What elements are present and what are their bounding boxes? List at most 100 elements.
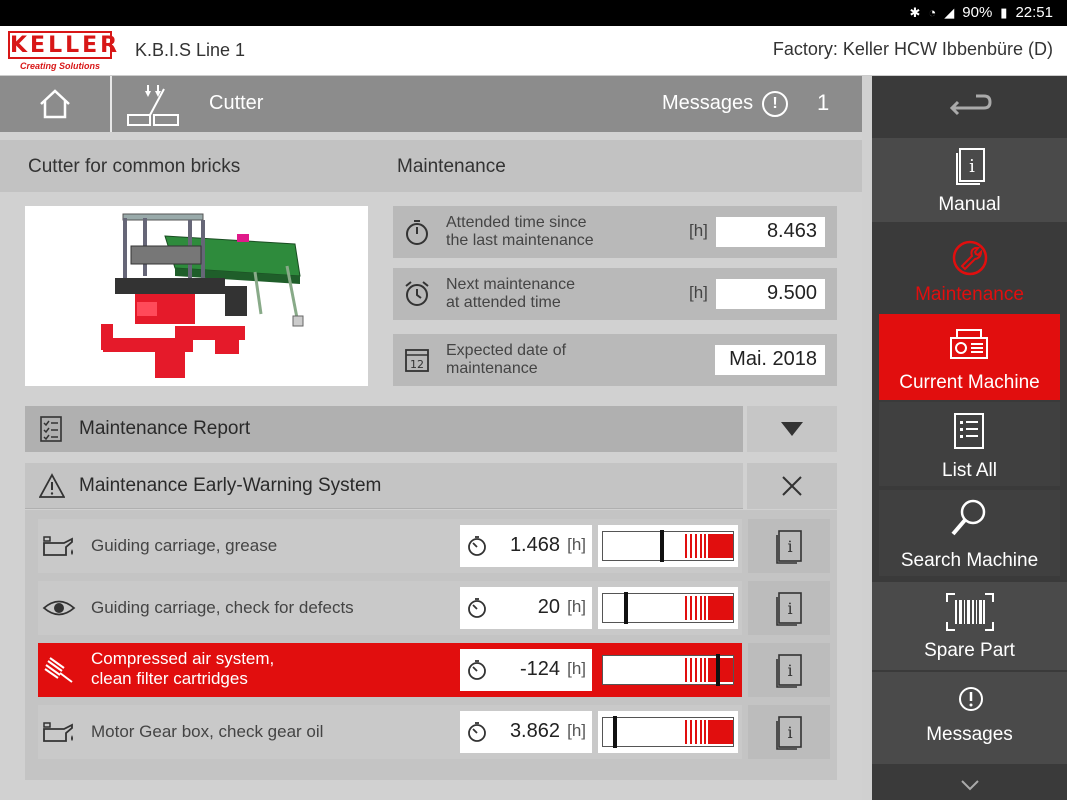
sidebar-item-maintenance[interactable]: Maintenance (872, 224, 1067, 310)
machine-image (25, 206, 368, 386)
brush-icon (44, 657, 73, 683)
calendar-icon: 12 (405, 349, 429, 372)
scroll-down-button[interactable] (872, 770, 1067, 800)
gauge-needle (660, 530, 664, 562)
sidebar-item-label: List All (942, 460, 997, 481)
next-maintenance-unit: [h] (689, 283, 708, 302)
timer-icon (468, 722, 486, 742)
exclamation-icon (959, 687, 983, 711)
gauge-needle (716, 654, 720, 686)
attended-time-box: Attended time since the last maintenance … (393, 206, 837, 258)
sidebar-item-label: Maintenance (915, 284, 1024, 305)
warning-row-label: Motor Gear box, check gear oil (91, 722, 324, 741)
progress-gauge (598, 711, 738, 753)
expected-date-label-2: maintenance (446, 360, 538, 377)
sidebar-item-label: Manual (938, 194, 1001, 215)
oil-can-icon (43, 722, 73, 742)
sidebar-item-search-machine[interactable]: Search Machine (879, 490, 1060, 576)
next-maintenance-box: Next maintenance at attended time [h] 9.5… (393, 268, 837, 320)
top-bar: Cutter Messages ! 1 (0, 76, 862, 132)
attended-time-unit: [h] (689, 221, 708, 240)
oil-can-icon (43, 536, 73, 556)
back-arrow-icon (949, 94, 992, 116)
home-icon (40, 89, 70, 119)
warning-row-label: Guiding carriage, check for defects (91, 598, 354, 617)
time-remaining-unit: [h] (567, 597, 586, 616)
logo-brand: KELLER (8, 31, 121, 59)
section-tab-maintenance: Maintenance (397, 156, 506, 177)
svg-text:i: i (787, 723, 792, 742)
timer-icon (468, 598, 486, 618)
messages-link[interactable]: Messages (662, 92, 753, 115)
next-maintenance-label-2: at attended time (446, 294, 561, 311)
time-remaining-unit: [h] (567, 535, 586, 554)
barcode-icon (946, 593, 994, 631)
sidebar-item-spare-part[interactable]: Spare Part (872, 582, 1067, 670)
gauge-needle (624, 592, 628, 624)
warning-row-check-defects[interactable]: Guiding carriage, check for defects 20 [… (38, 581, 742, 635)
messages-count[interactable]: 1 (817, 90, 829, 116)
manual-icon: i (776, 592, 802, 626)
sidebar-item-messages[interactable]: Messages (872, 672, 1067, 764)
warning-row-gear-oil[interactable]: Motor Gear box, check gear oil 3.862 [h] (38, 705, 742, 759)
warning-triangle-icon (39, 473, 65, 498)
time-remaining-unit: [h] (567, 659, 586, 678)
time-remaining-value: 1.468 (509, 534, 560, 556)
manual-icon: i (776, 716, 802, 750)
expected-date-label-1: Expected date of (446, 342, 567, 359)
manual-info-button[interactable]: i (748, 705, 830, 759)
app-title: K.B.I.S Line 1 (135, 40, 246, 60)
manual-info-button[interactable]: i (748, 519, 830, 573)
warning-row-grease[interactable]: Guiding carriage, grease 1.468 [h] (38, 519, 742, 573)
timer-icon (468, 660, 486, 680)
signal-icon: ◢ (944, 4, 955, 20)
attended-time-value: 8.463 (716, 217, 825, 247)
home-button[interactable] (0, 76, 112, 132)
triangle-down-icon (781, 422, 803, 436)
manual-icon: i (776, 654, 802, 688)
maintenance-report-label: Maintenance Report (79, 418, 251, 439)
warning-row-label: Compressed air system, (91, 649, 275, 668)
app-header: KELLER Creating Solutions K.B.I.S Line 1… (0, 26, 1067, 76)
next-maintenance-label-1: Next maintenance (446, 276, 575, 293)
svg-text:i: i (969, 156, 975, 177)
svg-text:i: i (787, 599, 792, 618)
cutter-icon (114, 76, 194, 132)
warning-row-label-2: clean filter cartridges (91, 669, 248, 688)
sidebar-item-label: Spare Part (924, 640, 1015, 661)
back-button[interactable] (872, 76, 1067, 136)
stopwatch-icon (406, 220, 428, 245)
maintenance-report-bar[interactable]: Maintenance Report (25, 406, 743, 452)
exclamation-icon[interactable]: ! (762, 91, 788, 117)
warning-row-compressed-air[interactable]: Compressed air system, clean filter cartr… (38, 643, 742, 697)
progress-gauge (598, 587, 738, 629)
sidebar-item-label: Search Machine (900, 550, 1039, 571)
system-status-bar: ✱ ◔ ◢ 90% ▮ 22:51 (0, 0, 1067, 26)
wrench-icon (952, 240, 988, 276)
time-remaining-box: -124 [h] (460, 649, 592, 691)
expected-date-value: Mai. 2018 (715, 345, 825, 375)
sidebar-item-current-machine[interactable]: Current Machine (879, 314, 1060, 400)
page-title: Cutter (209, 92, 264, 114)
expand-report-button[interactable] (747, 406, 837, 452)
manual-icon: i (956, 148, 985, 185)
next-maintenance-value: 9.500 (716, 279, 825, 309)
manual-info-button[interactable]: i (748, 581, 830, 635)
attended-time-label-2: the last maintenance (446, 232, 594, 249)
bluetooth-icon: ✱ (909, 4, 921, 20)
machine-name: Cutter for common bricks (28, 156, 241, 177)
sidebar: i Manual Maintenance Current Machine Lis… (872, 76, 1067, 800)
expected-date-box: 12 Expected date of maintenance Mai. 2018 (393, 334, 837, 386)
battery-icon: ▮ (1000, 4, 1008, 20)
manual-info-button[interactable]: i (748, 643, 830, 697)
time-remaining-value: 20 (537, 596, 560, 618)
battery-level: 90% (962, 4, 993, 21)
sidebar-item-list-all[interactable]: List All (879, 402, 1060, 486)
close-early-warning-button[interactable] (747, 463, 837, 509)
machine-icon (950, 329, 988, 359)
sidebar-item-label: Current Machine (899, 372, 1040, 393)
sidebar-item-manual[interactable]: i Manual (872, 138, 1067, 222)
manual-icon: i (776, 530, 802, 564)
eye-icon (42, 600, 76, 616)
progress-gauge (598, 525, 738, 567)
